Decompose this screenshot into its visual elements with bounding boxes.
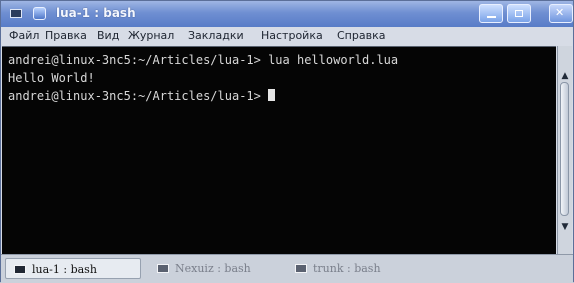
- terminal-icon: [295, 264, 307, 273]
- session-tab-label: lua-1 : bash: [32, 263, 97, 276]
- menu-file[interactable]: Файл: [9, 29, 39, 42]
- menu-bookmarks[interactable]: Закладки: [188, 29, 244, 42]
- window-title: lua-1 : bash: [56, 6, 136, 20]
- menu-help[interactable]: Справка: [337, 29, 385, 42]
- menu-edit[interactable]: Правка: [45, 29, 87, 42]
- session-tab-lua-1[interactable]: lua-1 : bash: [5, 258, 141, 279]
- terminal-prompt: andrei@linux-3nc5:~/Articles/lua-1>: [8, 89, 269, 103]
- close-icon[interactable]: [549, 4, 573, 23]
- terminal-icon: [14, 265, 26, 274]
- scroll-down-icon[interactable]: ▼: [558, 219, 572, 235]
- vertical-scrollbar[interactable]: ▲ ▼: [557, 46, 572, 254]
- session-tab-label: trunk : bash: [313, 262, 381, 275]
- title-bar[interactable]: lua-1 : bash: [1, 1, 573, 27]
- session-tab-label: Nexuiz : bash: [175, 262, 251, 275]
- menu-view[interactable]: Вид: [97, 29, 119, 42]
- minimize-icon[interactable]: [479, 4, 503, 23]
- scrollbar-thumb[interactable]: [560, 82, 569, 216]
- terminal-line: andrei@linux-3nc5:~/Articles/lua-1> lua …: [8, 53, 399, 67]
- konsole-window: lua-1 : bash Файл Правка Вид Журнал Закл…: [0, 0, 574, 283]
- terminal-icon[interactable]: [10, 9, 22, 18]
- maximize-icon[interactable]: [507, 4, 531, 23]
- text-cursor: [268, 89, 276, 101]
- terminal-prompt-line: andrei@linux-3nc5:~/Articles/lua-1>: [8, 89, 276, 103]
- terminal-icon: [157, 264, 169, 273]
- session-tab-trunk[interactable]: trunk : bash: [287, 258, 417, 279]
- konsole-icon[interactable]: [33, 7, 46, 20]
- menu-settings[interactable]: Настройка: [261, 29, 323, 42]
- session-tab-nexuiz[interactable]: Nexuiz : bash: [149, 258, 279, 279]
- menu-bar: Файл Правка Вид Журнал Закладки Настройк…: [1, 27, 573, 46]
- session-tab-bar: lua-1 : bash Nexuiz : bash trunk : bash: [1, 254, 573, 283]
- terminal-line: Hello World!: [8, 71, 95, 85]
- terminal-output[interactable]: andrei@linux-3nc5:~/Articles/lua-1> lua …: [2, 46, 556, 255]
- menu-history[interactable]: Журнал: [128, 29, 174, 42]
